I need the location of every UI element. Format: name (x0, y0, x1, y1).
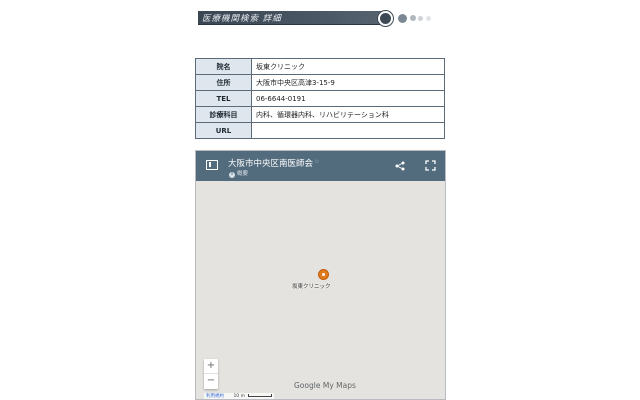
side-panel-icon[interactable] (206, 160, 218, 170)
table-row: 院名 坂東クリニック (195, 58, 445, 75)
map-title[interactable]: 大阪市中央区南医師会 (228, 157, 313, 169)
decor-dot-icon (418, 16, 423, 21)
decor-dot-icon (426, 16, 431, 21)
map-subtitle[interactable]: i 概要 (229, 169, 248, 178)
row-value-name: 坂東クリニック (251, 58, 445, 75)
row-value-tel: 06-6644-0191 (251, 90, 445, 107)
my-maps-text: My Maps (322, 381, 356, 390)
decor-dot-icon (398, 14, 407, 23)
decor-dot-icon (410, 15, 416, 21)
table-row: URL (195, 122, 445, 139)
table-row: TEL 06-6644-0191 (195, 90, 445, 107)
table-row: 住所 大阪市中央区高津3-15-9 (195, 74, 445, 91)
fullscreen-icon[interactable] (425, 160, 436, 171)
page-banner: 医療機関検索 詳細 (198, 11, 438, 26)
google-wordmark: Google (294, 381, 321, 390)
banner-title: 医療機関検索 詳細 (202, 14, 282, 24)
row-label-tel: TEL (195, 90, 252, 107)
row-label-address: 住所 (195, 74, 252, 91)
banner-bar: 医療機関検索 詳細 (198, 11, 386, 25)
embedded-map[interactable]: 大阪市中央区南医師会 ☆ i 概要 坂東クリニック + − Google My M… (195, 150, 446, 400)
row-value-departments: 内科、循環器内科、リハビリテーション科 (251, 106, 445, 123)
clinic-info-table: 院名 坂東クリニック 住所 大阪市中央区高津3-15-9 TEL 06-6644… (195, 58, 445, 139)
decor-dot-icon (378, 11, 393, 26)
share-icon[interactable] (395, 161, 405, 171)
row-value-address: 大阪市中央区高津3-15-9 (251, 74, 445, 91)
zoom-control: + − (204, 359, 218, 389)
table-row: 診療科目 内科、循環器内科、リハビリテーション科 (195, 106, 445, 123)
star-icon[interactable]: ☆ (314, 158, 319, 165)
map-pin-icon[interactable] (318, 269, 329, 280)
map-footer: 利用規約 10 m (204, 393, 274, 399)
zoom-out-button[interactable]: − (204, 374, 218, 389)
row-value-url[interactable] (251, 122, 445, 139)
map-subtitle-text: 概要 (237, 171, 249, 177)
terms-link[interactable]: 利用規約 (206, 394, 224, 399)
row-label-departments: 診療科目 (195, 106, 252, 123)
row-label-name: 院名 (195, 58, 252, 75)
marker-label[interactable]: 坂東クリニック (292, 282, 331, 290)
google-my-maps-logo: Google My Maps (294, 381, 356, 390)
zoom-in-button[interactable]: + (204, 359, 218, 374)
scale-label: 10 m (233, 394, 245, 399)
map-header: 大阪市中央区南医師会 ☆ i 概要 (196, 151, 445, 181)
scale-bar (247, 394, 272, 397)
row-label-url: URL (195, 122, 252, 139)
info-icon: i (229, 172, 235, 178)
